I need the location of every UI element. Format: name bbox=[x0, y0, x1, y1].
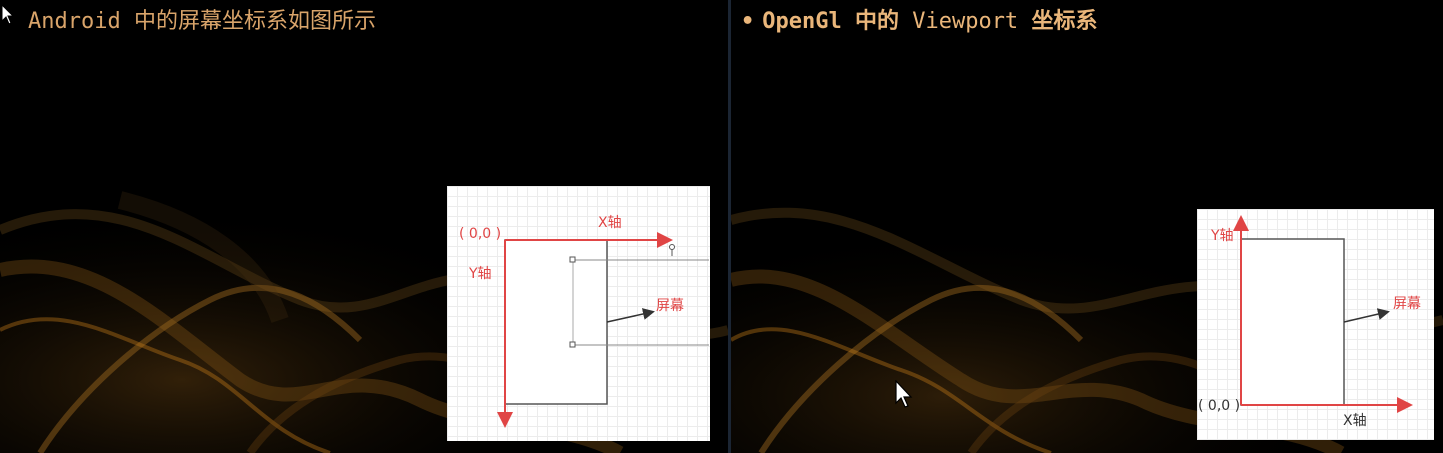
left-slide: Android 中的屏幕坐标系如图所示 (0,0) X轴 Y轴 屏幕 bbox=[0, 0, 728, 453]
screen-label: 屏幕 bbox=[656, 298, 684, 314]
origin-label: ( 0,0 ) bbox=[459, 226, 501, 242]
screen-rect bbox=[1240, 238, 1345, 406]
y-axis-label: Y轴 bbox=[468, 266, 492, 282]
android-coordinate-diagram: ( 0,0 ) X轴 Y轴 屏幕 bbox=[447, 186, 710, 441]
screen-label: 屏幕 bbox=[1393, 296, 1421, 312]
heading-text-part1: OpenGl 中的 bbox=[762, 9, 899, 34]
heading-text-part3: 坐标系 bbox=[1031, 9, 1098, 34]
x-axis-label: X轴 bbox=[1343, 413, 1367, 429]
slide-heading: • OpenGl 中的 Viewport 坐标系 bbox=[741, 8, 1097, 36]
bullet: • bbox=[741, 9, 755, 34]
origin-label: ( 0,0 ) bbox=[1198, 398, 1240, 414]
opengl-viewport-diagram: Y轴 屏幕 ( 0,0 ) X轴 bbox=[1197, 209, 1434, 440]
slide-heading: Android 中的屏幕坐标系如图所示 bbox=[28, 8, 376, 36]
mouse-cursor-icon bbox=[895, 380, 913, 408]
mouse-cursor-icon bbox=[1, 4, 15, 25]
heading-text: Android 中的屏幕坐标系如图所示 bbox=[28, 9, 376, 34]
x-axis-label: X轴 bbox=[598, 215, 622, 231]
screen-rect bbox=[504, 239, 608, 405]
heading-text-part2: Viewport bbox=[912, 9, 1019, 34]
y-axis-label: Y轴 bbox=[1210, 228, 1234, 244]
right-slide: • OpenGl 中的 Viewport 坐标系 Y轴 屏幕 ( 0,0 ) X… bbox=[731, 0, 1443, 453]
